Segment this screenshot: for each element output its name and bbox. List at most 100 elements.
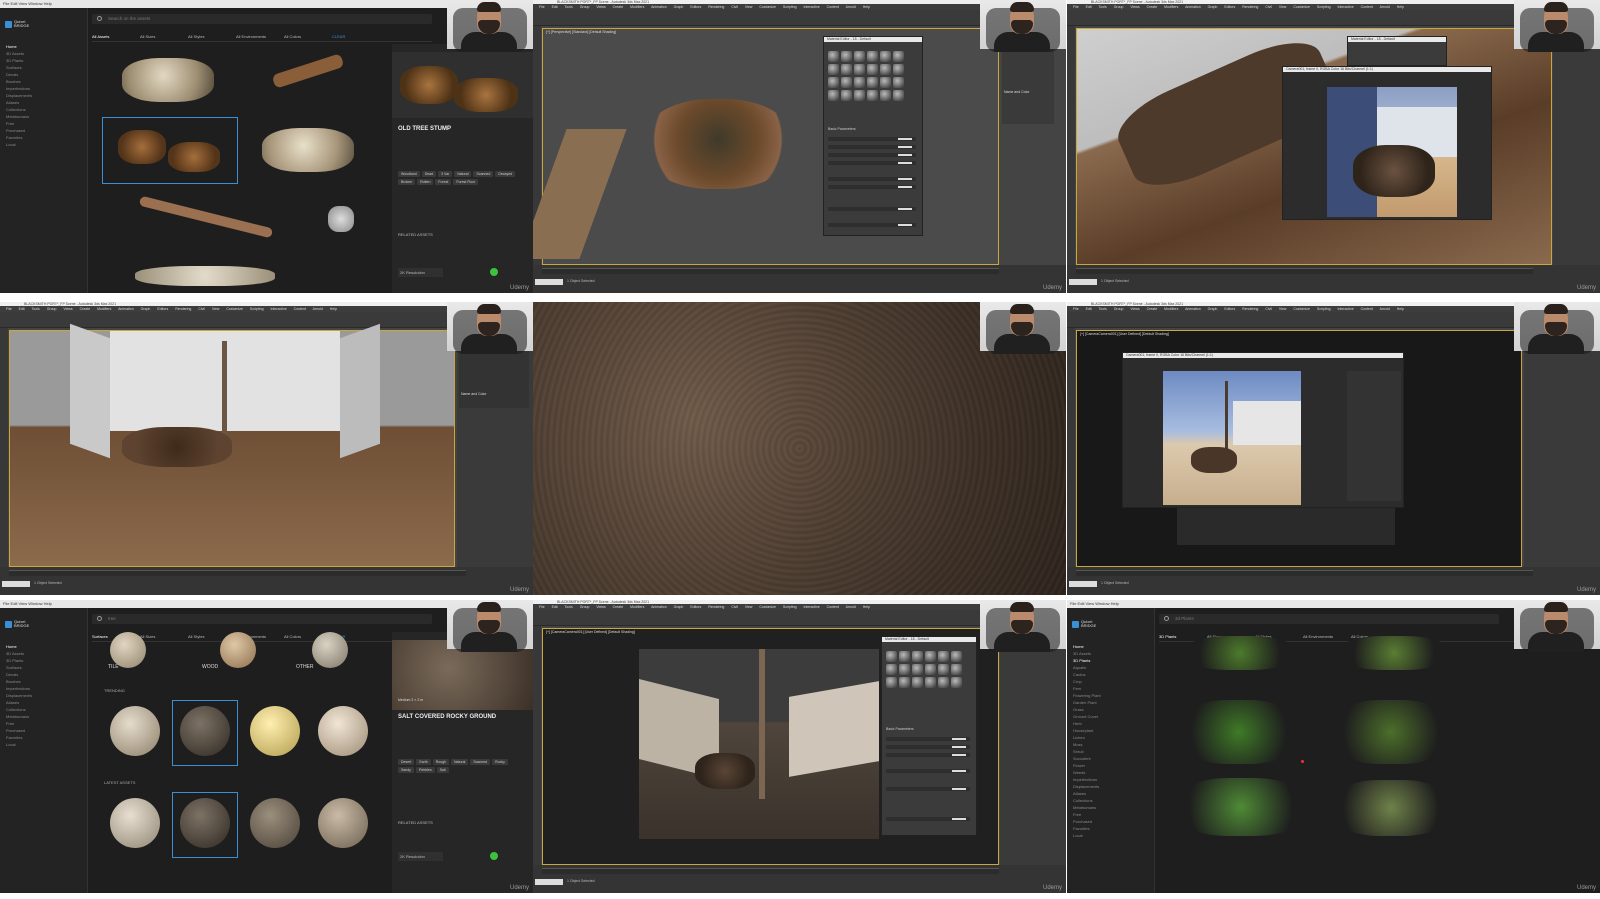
nav-3d-plants[interactable]: 3D Plants: [6, 58, 82, 65]
resolution-select[interactable]: 2K Resolution: [398, 268, 443, 277]
nav-displacements[interactable]: Displacements: [6, 93, 82, 100]
download-icon[interactable]: [490, 268, 498, 276]
nav-metahumans[interactable]: Metahumans: [6, 114, 82, 121]
tab-colors[interactable]: All Colors: [284, 34, 332, 39]
tab-sizes[interactable]: All Sizes: [140, 34, 188, 39]
nav-purchased[interactable]: Purchased: [6, 128, 82, 135]
nav-displacements[interactable]: Displacements: [6, 693, 82, 700]
nav-item[interactable]: Atlases: [1073, 791, 1149, 798]
sphere-selected[interactable]: [180, 798, 230, 848]
maxscript-box[interactable]: [1069, 581, 1097, 587]
nav-3d-plants[interactable]: 3D Plants: [6, 658, 82, 665]
timeline[interactable]: [9, 570, 466, 576]
tag[interactable]: Rough: [432, 759, 450, 765]
nav-item[interactable]: Weeds: [1073, 770, 1149, 777]
nav-item[interactable]: Favorites: [1073, 826, 1149, 833]
frame-buffer-window[interactable]: Camera001, frame 0, RGBA Color 16 Bits/C…: [1282, 66, 1492, 220]
plant-asset[interactable]: [1185, 636, 1295, 670]
nav-metahumans[interactable]: Metahumans: [6, 714, 82, 721]
maxscript-box[interactable]: [535, 279, 563, 285]
tag[interactable]: Natural: [454, 171, 472, 177]
nav-item[interactable]: Garden Plant: [1073, 700, 1149, 707]
command-panel[interactable]: [1000, 626, 1066, 865]
nav-item[interactable]: Fern: [1073, 686, 1149, 693]
nav-item[interactable]: Succulent: [1073, 756, 1149, 763]
nav-home[interactable]: Home: [6, 644, 82, 651]
nav-item[interactable]: Flower: [1073, 763, 1149, 770]
nav-brushes[interactable]: Brushes: [6, 679, 82, 686]
nav-atlases[interactable]: Atlases: [6, 700, 82, 707]
nav-favorites[interactable]: Favorites: [6, 135, 82, 142]
frame-buffer-window[interactable]: Camera001, frame 0, RGBA Color 16 Bits/C…: [1122, 352, 1404, 508]
nav-home[interactable]: Home: [1073, 644, 1149, 651]
tab-environments[interactable]: All Environments: [236, 34, 284, 39]
asset-dead-branch[interactable]: [138, 195, 274, 239]
nav-favorites[interactable]: Favorites: [6, 735, 82, 742]
nav-surfaces[interactable]: Surfaces: [6, 65, 82, 72]
clear-button[interactable]: CLEAR: [332, 34, 380, 39]
tag[interactable]: Forest: [435, 179, 452, 185]
viewport[interactable]: [+] [Perspective] [Standard] [Default Sh…: [533, 28, 999, 265]
sphere[interactable]: [250, 798, 300, 848]
tag[interactable]: Forest Floor: [453, 179, 479, 185]
tag[interactable]: Rotten: [417, 179, 434, 185]
nav-local[interactable]: Local: [6, 742, 82, 749]
nav-item[interactable]: Flowering Plant: [1073, 693, 1149, 700]
material-editor-mini[interactable]: Material Editor - 18 - Default: [1347, 36, 1447, 66]
tag[interactable]: Pebbles: [415, 767, 435, 773]
asset-rock[interactable]: [122, 58, 214, 102]
tag[interactable]: Scanned: [473, 171, 494, 177]
nav-item[interactable]: Moss: [1073, 742, 1149, 749]
sphere[interactable]: [250, 706, 300, 756]
nav-item[interactable]: Crop: [1073, 679, 1149, 686]
nav-3d-assets[interactable]: 3D Assets: [6, 651, 82, 658]
nav-item[interactable]: Local: [1073, 833, 1149, 840]
nav-free[interactable]: Free: [6, 721, 82, 728]
sphere-selected[interactable]: [180, 706, 230, 756]
nav-atlases[interactable]: Atlases: [6, 100, 82, 107]
nav-item[interactable]: 3D Assets: [1073, 651, 1149, 658]
search-input[interactable]: Search on the assets: [92, 14, 432, 24]
nav-item[interactable]: Imperfections: [1073, 777, 1149, 784]
nav-purchased[interactable]: Purchased: [6, 728, 82, 735]
tab-all-assets[interactable]: All Assets: [92, 34, 140, 39]
asset-branch[interactable]: [271, 53, 345, 89]
nav-item[interactable]: Free: [1073, 812, 1149, 819]
resolution-select[interactable]: 2K Resolution: [398, 852, 443, 861]
sphere[interactable]: [110, 798, 160, 848]
nav-item[interactable]: 3D Plants: [1073, 658, 1149, 665]
tag[interactable]: Broken: [398, 179, 416, 185]
sphere-tile[interactable]: [110, 632, 146, 668]
nav-item[interactable]: Grass: [1073, 707, 1149, 714]
asset-rock-2[interactable]: [262, 128, 354, 172]
render-setup-panel[interactable]: Render Setup: Arnold: [1524, 328, 1600, 567]
tree-model[interactable]: [759, 649, 765, 799]
nav-collections[interactable]: Collections: [6, 707, 82, 714]
tag[interactable]: Scanned: [470, 759, 491, 765]
tag[interactable]: 3 Var: [438, 171, 453, 177]
tag[interactable]: Rocky: [492, 759, 508, 765]
command-panel[interactable]: Object Type Name and Color: [1000, 26, 1066, 265]
nav-item[interactable]: Cactus: [1073, 672, 1149, 679]
nav-decals[interactable]: Decals: [6, 72, 82, 79]
tag[interactable]: Salt: [436, 767, 449, 773]
tag[interactable]: Sandy: [398, 767, 414, 773]
tag[interactable]: Dead: [421, 171, 437, 177]
nav-decals[interactable]: Decals: [6, 672, 82, 679]
maxscript-box[interactable]: [535, 879, 563, 885]
sphere-wood[interactable]: [220, 632, 256, 668]
nav-imperfections[interactable]: Imperfections: [6, 686, 82, 693]
nav-surfaces[interactable]: Surfaces: [6, 665, 82, 672]
plant-asset[interactable]: [1175, 778, 1307, 836]
material-editor[interactable]: Material Editor - 18 - Default Basic Par…: [823, 36, 923, 236]
timeline[interactable]: [542, 268, 999, 274]
nav-home[interactable]: Home: [6, 44, 82, 51]
tag[interactable]: Natural: [451, 759, 469, 765]
timeline[interactable]: [1076, 268, 1533, 274]
tag[interactable]: Woodland: [398, 171, 420, 177]
timeline[interactable]: [1076, 570, 1533, 576]
nav-item[interactable]: Herb: [1073, 721, 1149, 728]
nav-item[interactable]: Lichen: [1073, 735, 1149, 742]
asset-tree-stump[interactable]: [118, 130, 166, 164]
download-icon[interactable]: [490, 852, 498, 860]
